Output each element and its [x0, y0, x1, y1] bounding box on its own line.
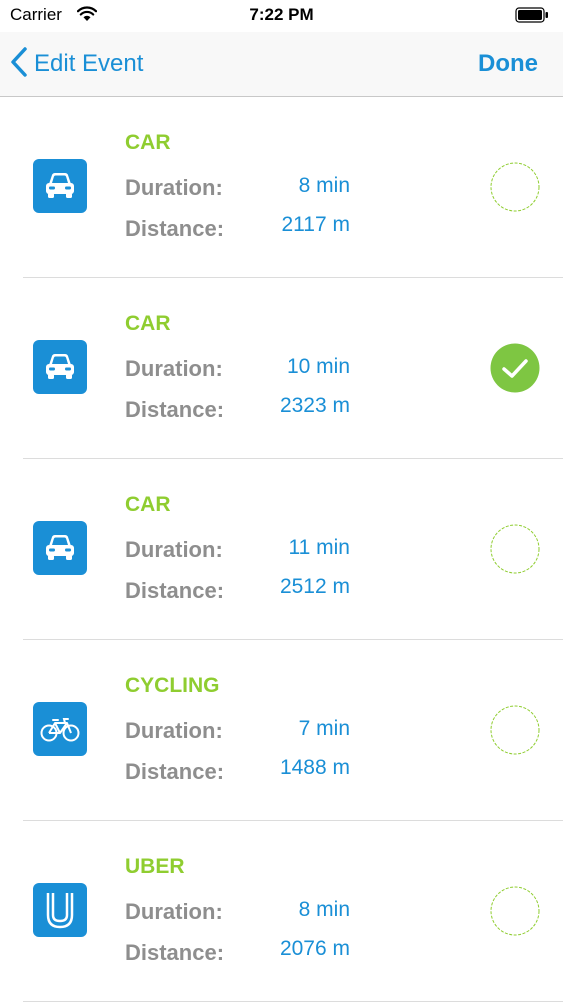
uber-icon [33, 883, 87, 937]
distance-value: 1488 m [279, 756, 350, 779]
distance-label: Distance: [125, 578, 225, 603]
navigation-bar: Edit Event Done [0, 32, 563, 97]
route-option-row[interactable]: UBER Duration: 8 min Distance: 2076 m [0, 821, 563, 1002]
back-button-label: Edit Event [34, 50, 144, 77]
distance-value: 2117 m [281, 213, 351, 236]
duration-value: 8 min [298, 174, 350, 197]
chevron-left-icon [10, 46, 28, 82]
distance-value: 2076 m [279, 937, 350, 960]
duration-label: Duration: [125, 718, 223, 743]
duration-label: Duration: [125, 899, 223, 924]
distance-label: Distance: [125, 940, 225, 965]
selection-circle-icon[interactable] [490, 886, 540, 936]
transport-mode-label: UBER [125, 855, 185, 878]
duration-value: 11 min [288, 536, 350, 559]
car-icon [33, 340, 87, 394]
route-option-row[interactable]: CAR Duration: 8 min Distance: 2117 m [0, 97, 563, 278]
duration-value: 7 min [298, 717, 350, 740]
status-time: 7:22 PM [249, 5, 314, 24]
route-option-row[interactable]: CAR Duration: 10 min Distance: 2323 m [0, 278, 563, 459]
distance-label: Distance: [125, 759, 225, 784]
duration-label: Duration: [125, 356, 223, 381]
distance-label: Distance: [125, 216, 225, 241]
battery-icon [515, 7, 548, 23]
duration-value: 8 min [298, 898, 350, 921]
done-button[interactable]: Done [478, 50, 538, 78]
selection-circle-icon[interactable] [490, 524, 540, 574]
checkmark-circle-icon[interactable] [490, 343, 540, 393]
transport-mode-label: CAR [125, 312, 171, 335]
selection-circle-icon[interactable] [490, 162, 540, 212]
route-options-list: CAR Duration: 8 min Distance: 2117 m CAR Durat… [0, 97, 563, 1002]
distance-value: 2323 m [279, 394, 350, 417]
distance-label: Distance: [125, 397, 225, 422]
transport-mode-label: CAR [125, 493, 171, 516]
duration-label: Duration: [125, 537, 223, 562]
back-button[interactable]: Edit Event [10, 46, 144, 82]
transport-mode-label: CAR [125, 131, 171, 154]
duration-value: 10 min [286, 355, 350, 378]
car-icon [33, 521, 87, 575]
transport-mode-label: CYCLING [125, 674, 220, 697]
selection-circle-icon[interactable] [490, 705, 540, 755]
bicycle-icon [33, 702, 87, 756]
distance-value: 2512 m [279, 575, 350, 598]
route-option-row[interactable]: CAR Duration: 11 min Distance: 2512 m [0, 459, 563, 640]
route-option-row[interactable]: CYCLING Duration: 7 min Distance: 1488 m [0, 640, 563, 821]
status-bar: Carrier 7:22 PM [0, 0, 563, 32]
car-icon [33, 159, 87, 213]
duration-label: Duration: [125, 175, 223, 200]
